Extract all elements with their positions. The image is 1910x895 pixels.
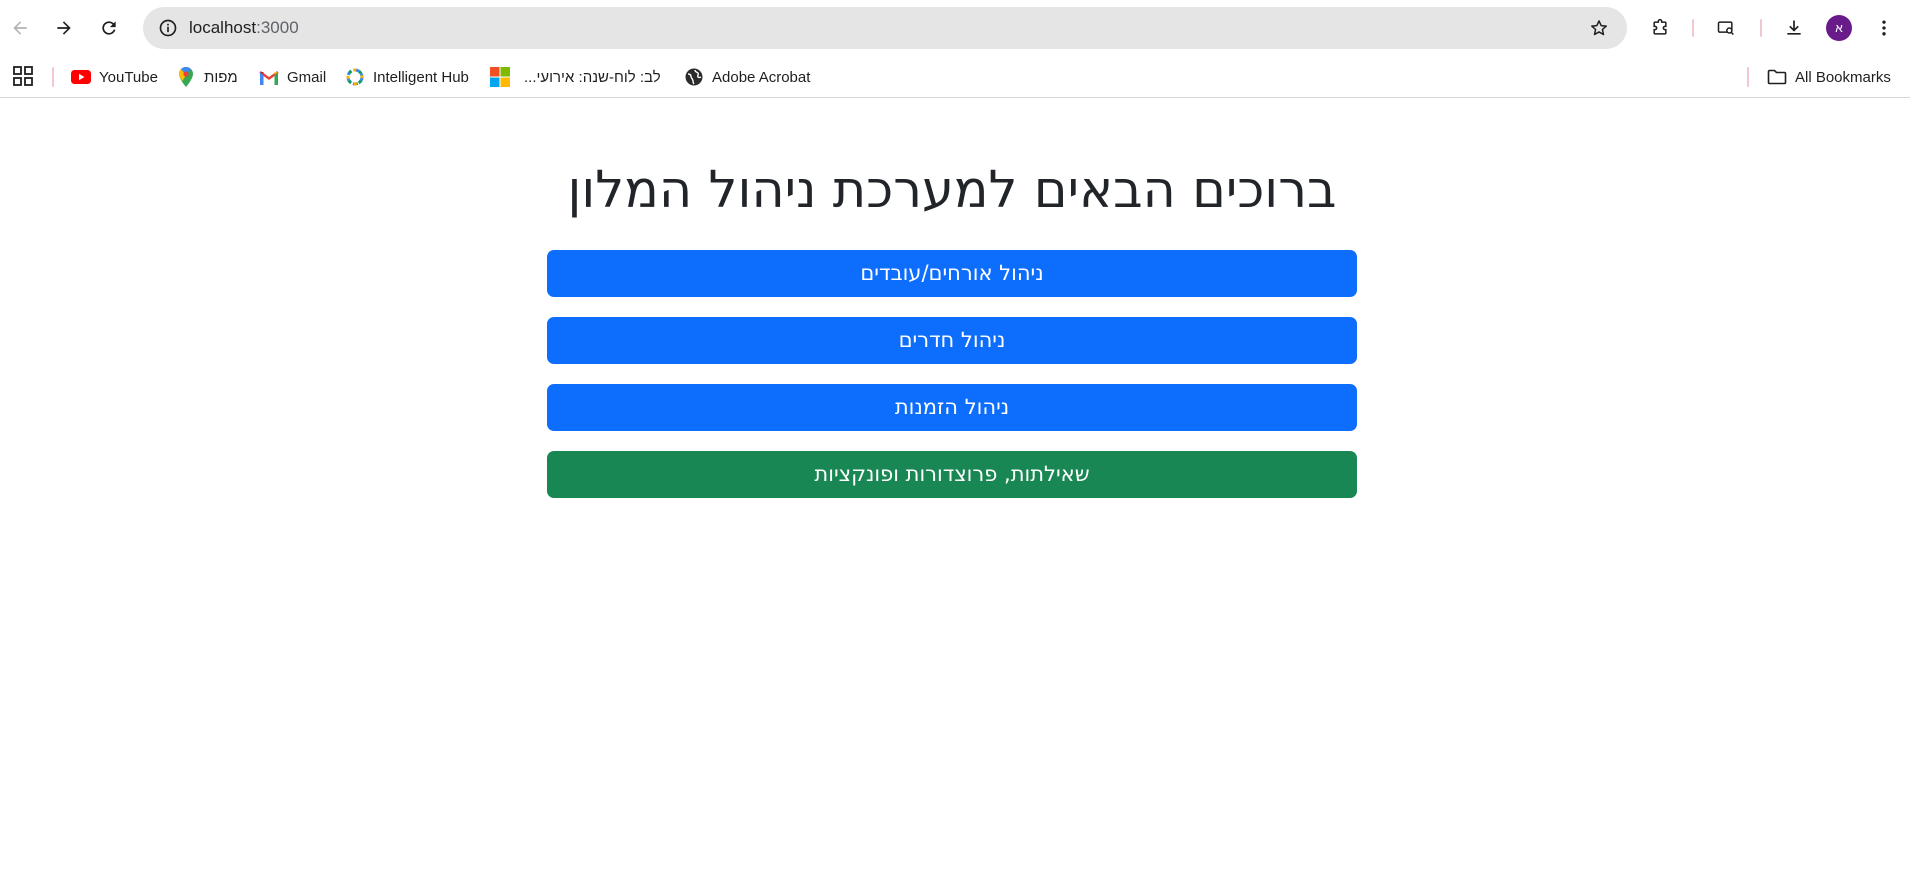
address-bar[interactable]: localhost:3000: [143, 7, 1627, 49]
bookmark-adobe-acrobat[interactable]: Adobe Acrobat: [684, 63, 810, 91]
download-icon: [1787, 20, 1801, 35]
bookmark-label: מפות: [204, 68, 238, 86]
arrow-right-icon: [57, 21, 71, 35]
queries-procedures-button[interactable]: שאילתות, פרוצדורות ופונקציות: [547, 451, 1357, 498]
media-search-button[interactable]: [1708, 10, 1744, 46]
microsoft-icon: [490, 67, 510, 87]
bookmark-maps[interactable]: מפות: [176, 63, 238, 91]
gmail-icon: [259, 67, 279, 87]
rooms-button[interactable]: ניהול חדרים: [547, 317, 1357, 364]
bookmark-label: YouTube: [99, 68, 158, 86]
bookmark-calendar[interactable]: לב: לוח-שנה: אירועי...: [490, 63, 661, 91]
puzzle-icon: [1653, 18, 1667, 35]
star-icon: [1591, 20, 1607, 36]
url-port: :3000: [256, 18, 299, 37]
toolbar-separator: [1692, 19, 1694, 37]
reload-icon: [102, 21, 116, 35]
url-host: localhost: [189, 18, 257, 37]
info-icon: [159, 19, 177, 37]
browser-menu-button[interactable]: [1866, 10, 1902, 46]
media-search-icon: [1717, 21, 1734, 36]
bookmark-gmail[interactable]: Gmail: [259, 63, 326, 91]
page-content: ברוכים הבאים למערכת ניהול המלון ניהול או…: [0, 99, 1910, 895]
guests-employees-button[interactable]: ניהול אורחים/עובדים: [547, 250, 1357, 297]
bookmark-star-button[interactable]: [1583, 12, 1615, 44]
bookings-button[interactable]: ניהול הזמנות: [547, 384, 1357, 431]
downloads-button[interactable]: [1776, 10, 1812, 46]
maps-pin-icon: [176, 67, 196, 87]
bookmarks-separator: [52, 67, 54, 87]
extensions-button[interactable]: [1642, 10, 1678, 46]
reload-button[interactable]: [91, 10, 127, 46]
bookmark-intelligent-hub[interactable]: Intelligent Hub: [345, 63, 469, 91]
toolbar-separator: [1760, 19, 1762, 37]
bookmark-label: Gmail: [287, 68, 327, 86]
globe-icon: [684, 67, 704, 87]
hub-icon: [345, 67, 365, 87]
kebab-menu-icon: [1882, 20, 1886, 36]
bookmark-label: Adobe Acrobat: [712, 68, 811, 86]
bookmarks-separator: [1747, 67, 1749, 87]
back-button[interactable]: [2, 10, 38, 46]
browser-toolbar: localhost:3000 א: [0, 0, 1910, 56]
arrow-left-icon: [13, 21, 27, 35]
url-text[interactable]: localhost:3000: [189, 7, 299, 49]
site-info-button[interactable]: [152, 12, 184, 44]
apps-grid-icon: [13, 66, 33, 86]
forward-button[interactable]: [46, 10, 82, 46]
all-bookmarks-button[interactable]: All Bookmarks: [1767, 63, 1891, 91]
apps-button[interactable]: [12, 65, 34, 87]
youtube-icon: [71, 67, 91, 87]
folder-icon: [1767, 67, 1787, 87]
profile-avatar[interactable]: א: [1826, 15, 1852, 41]
all-bookmarks-label: All Bookmarks: [1795, 68, 1891, 86]
page-title: ברוכים הבאים למערכת ניהול המלון: [567, 161, 1337, 220]
bookmark-label: לב: לוח-שנה: אירועי...: [524, 68, 661, 86]
bookmark-youtube[interactable]: YouTube: [71, 63, 158, 91]
bookmark-label: Intelligent Hub: [373, 68, 469, 86]
bookmarks-bar: YouTube מפות Gmail Intelligent Hub לב: ל…: [0, 56, 1910, 98]
